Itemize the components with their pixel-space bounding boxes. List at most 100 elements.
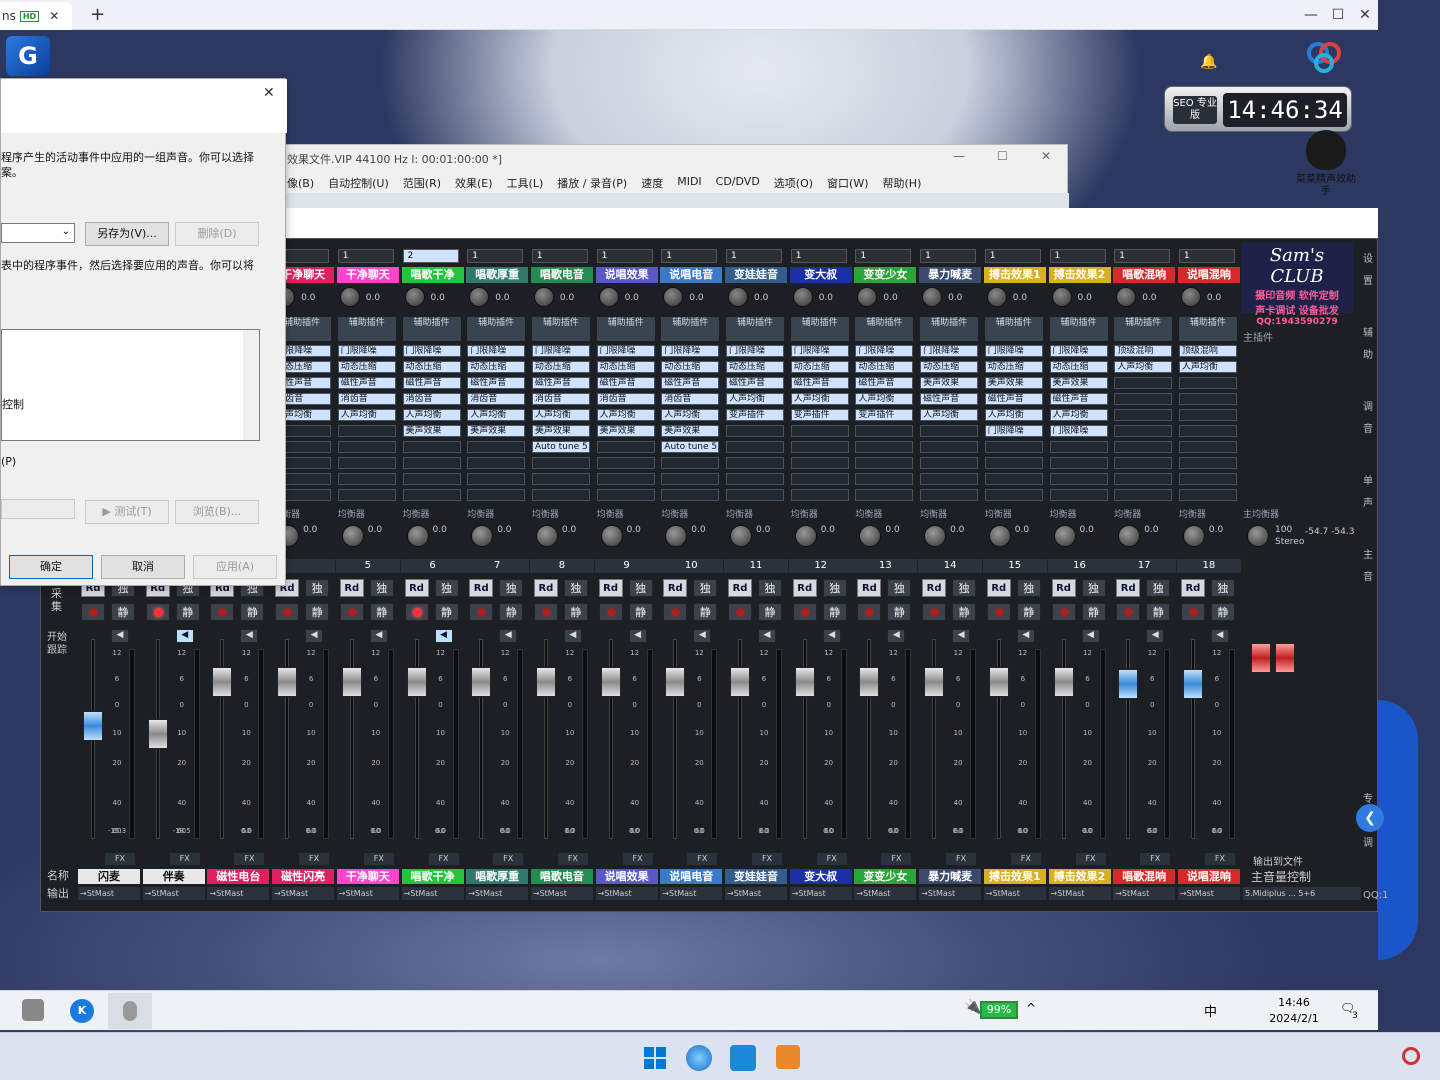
read-button[interactable]: Rd xyxy=(857,579,882,597)
collapse-arrow-button[interactable]: ❮ xyxy=(1356,804,1384,832)
record-arm-button[interactable] xyxy=(1116,603,1141,621)
record-arm-button[interactable] xyxy=(404,603,429,621)
plugin-slot[interactable] xyxy=(1178,489,1237,501)
volume-fader[interactable] xyxy=(794,667,815,697)
plugin-slot[interactable]: 动态压缩 xyxy=(337,361,396,373)
plugin-slot[interactable] xyxy=(984,473,1043,485)
read-button[interactable]: Rd xyxy=(1051,579,1076,597)
plugin-slot[interactable]: 磁性声音 xyxy=(596,377,655,389)
plugin-slot[interactable] xyxy=(790,489,849,501)
plugin-slot[interactable] xyxy=(661,457,720,469)
plugin-slot[interactable]: 人声均衡 xyxy=(920,409,979,421)
gain-knob[interactable] xyxy=(533,287,554,307)
plugin-slot[interactable] xyxy=(1049,457,1108,469)
plugin-slot[interactable]: 美声效果 xyxy=(596,425,655,437)
editor-menu-item[interactable]: 自动控制(U) xyxy=(328,175,389,191)
plugin-slot[interactable]: 人声均衡 xyxy=(855,393,914,405)
g-app-icon[interactable]: G xyxy=(6,36,50,76)
plugin-slot[interactable] xyxy=(1178,457,1237,469)
fx-button[interactable]: FX xyxy=(1075,853,1106,865)
monitor-speaker-icon[interactable]: ◀ xyxy=(1146,629,1165,643)
ime-indicator[interactable]: 中 xyxy=(1204,1001,1217,1020)
output-select[interactable]: →StMast xyxy=(919,887,982,900)
plugin-slot[interactable]: 美声效果 xyxy=(531,425,590,437)
record-arm-button[interactable] xyxy=(1180,603,1205,621)
mute-button[interactable]: 静 xyxy=(240,603,265,621)
plugin-slot[interactable]: 动态压缩 xyxy=(790,361,849,373)
volume-fader[interactable] xyxy=(147,719,168,749)
monitor-speaker-icon[interactable]: ◀ xyxy=(758,629,776,643)
aux-plugin-button[interactable]: 辅助插件 xyxy=(1049,317,1108,341)
monitor-speaker-icon[interactable]: ◀ xyxy=(887,629,906,643)
plugin-slot[interactable]: 消齿音 xyxy=(596,393,655,405)
plugin-slot[interactable]: 顶级混响 xyxy=(1178,345,1237,357)
monitor-speaker-icon[interactable]: ◀ xyxy=(1210,629,1229,643)
plugin-slot[interactable]: 消齿音 xyxy=(337,393,396,405)
remote-app-icon[interactable] xyxy=(730,1045,756,1071)
browser-icon[interactable] xyxy=(686,1045,712,1071)
eq-knob[interactable] xyxy=(600,525,623,547)
plugin-slot[interactable] xyxy=(1178,425,1237,437)
plugin-slot[interactable] xyxy=(984,457,1043,469)
mute-button[interactable]: 静 xyxy=(952,603,977,621)
bell-icon[interactable]: 🔔 xyxy=(1200,54,1217,70)
plugin-slot[interactable] xyxy=(984,489,1043,501)
plugin-slot[interactable] xyxy=(1049,489,1108,501)
plugin-slot[interactable] xyxy=(790,473,849,485)
record-arm-button[interactable] xyxy=(210,603,235,621)
plugin-slot[interactable] xyxy=(1114,409,1173,421)
plugin-slot[interactable] xyxy=(596,473,655,485)
mute-button[interactable]: 静 xyxy=(1146,603,1171,621)
plugin-slot[interactable] xyxy=(1114,489,1173,501)
plugin-slot[interactable]: 磁性声音 xyxy=(467,377,526,389)
record-arm-button[interactable] xyxy=(533,603,558,621)
eq-knob[interactable] xyxy=(1053,525,1076,547)
plugin-slot[interactable] xyxy=(855,473,914,485)
plugin-slot[interactable] xyxy=(402,489,461,501)
test-button[interactable]: ▶ 测试(T) xyxy=(85,500,169,524)
aux-plugin-button[interactable]: 辅助插件 xyxy=(1178,317,1237,341)
plugin-slot[interactable]: 磁性声音 xyxy=(402,377,461,389)
close-button[interactable]: ✕ xyxy=(1352,4,1378,26)
record-arm-button[interactable] xyxy=(275,603,300,621)
plugin-slot[interactable] xyxy=(920,441,979,453)
monitor-speaker-icon[interactable]: ◀ xyxy=(952,629,971,643)
plugin-slot[interactable] xyxy=(531,457,590,469)
record-arm-button[interactable] xyxy=(663,603,688,621)
eq-knob[interactable] xyxy=(1118,525,1141,547)
plugin-slot[interactable]: 人声均衡 xyxy=(1178,361,1237,373)
record-arm-button[interactable] xyxy=(792,603,817,621)
eq-knob[interactable] xyxy=(1182,525,1205,547)
output-select[interactable]: →StMast xyxy=(530,887,593,900)
plugin-slot[interactable]: 消齿音 xyxy=(661,393,720,405)
plugin-slot[interactable] xyxy=(531,473,590,485)
record-arm-button[interactable] xyxy=(339,603,364,621)
apply-button[interactable]: 应用(A) xyxy=(193,555,277,579)
read-button[interactable]: Rd xyxy=(1180,579,1205,597)
record-tray-icon[interactable] xyxy=(1402,1047,1420,1065)
record-arm-button[interactable] xyxy=(145,603,170,621)
volume-fader[interactable] xyxy=(600,667,621,697)
plugin-slot[interactable] xyxy=(726,489,784,501)
plugin-slot[interactable]: 人声均衡 xyxy=(661,409,720,421)
editor-menu-item[interactable]: 工具(L) xyxy=(507,175,544,191)
fx-button[interactable]: FX xyxy=(816,853,847,865)
editor-menu-item[interactable]: CD/DVD xyxy=(716,175,760,191)
editor-menu-item[interactable]: 帮助(H) xyxy=(883,175,922,191)
plugin-slot[interactable] xyxy=(1114,425,1173,437)
solo-button[interactable]: 独 xyxy=(693,579,718,597)
editor-menu-item[interactable]: 像(B) xyxy=(287,175,314,191)
volume-fader[interactable] xyxy=(1118,669,1139,699)
plugin-slot[interactable]: 动态压缩 xyxy=(726,361,784,373)
plugin-slot[interactable] xyxy=(467,441,526,453)
plugin-slot[interactable]: Auto tune 5 xyxy=(531,441,590,453)
output-select[interactable]: →StMast xyxy=(854,887,917,900)
plugin-slot[interactable] xyxy=(1178,393,1237,405)
output-select[interactable]: →StMast xyxy=(466,887,529,900)
mute-button[interactable]: 静 xyxy=(111,603,135,621)
tray-chevron-icon[interactable]: ^ xyxy=(1026,1001,1036,1015)
plugin-slot[interactable] xyxy=(984,441,1043,453)
mute-button[interactable]: 静 xyxy=(693,603,718,621)
ok-button[interactable]: 确定 xyxy=(9,555,93,579)
plugin-slot[interactable]: 门限降噪 xyxy=(726,345,784,357)
